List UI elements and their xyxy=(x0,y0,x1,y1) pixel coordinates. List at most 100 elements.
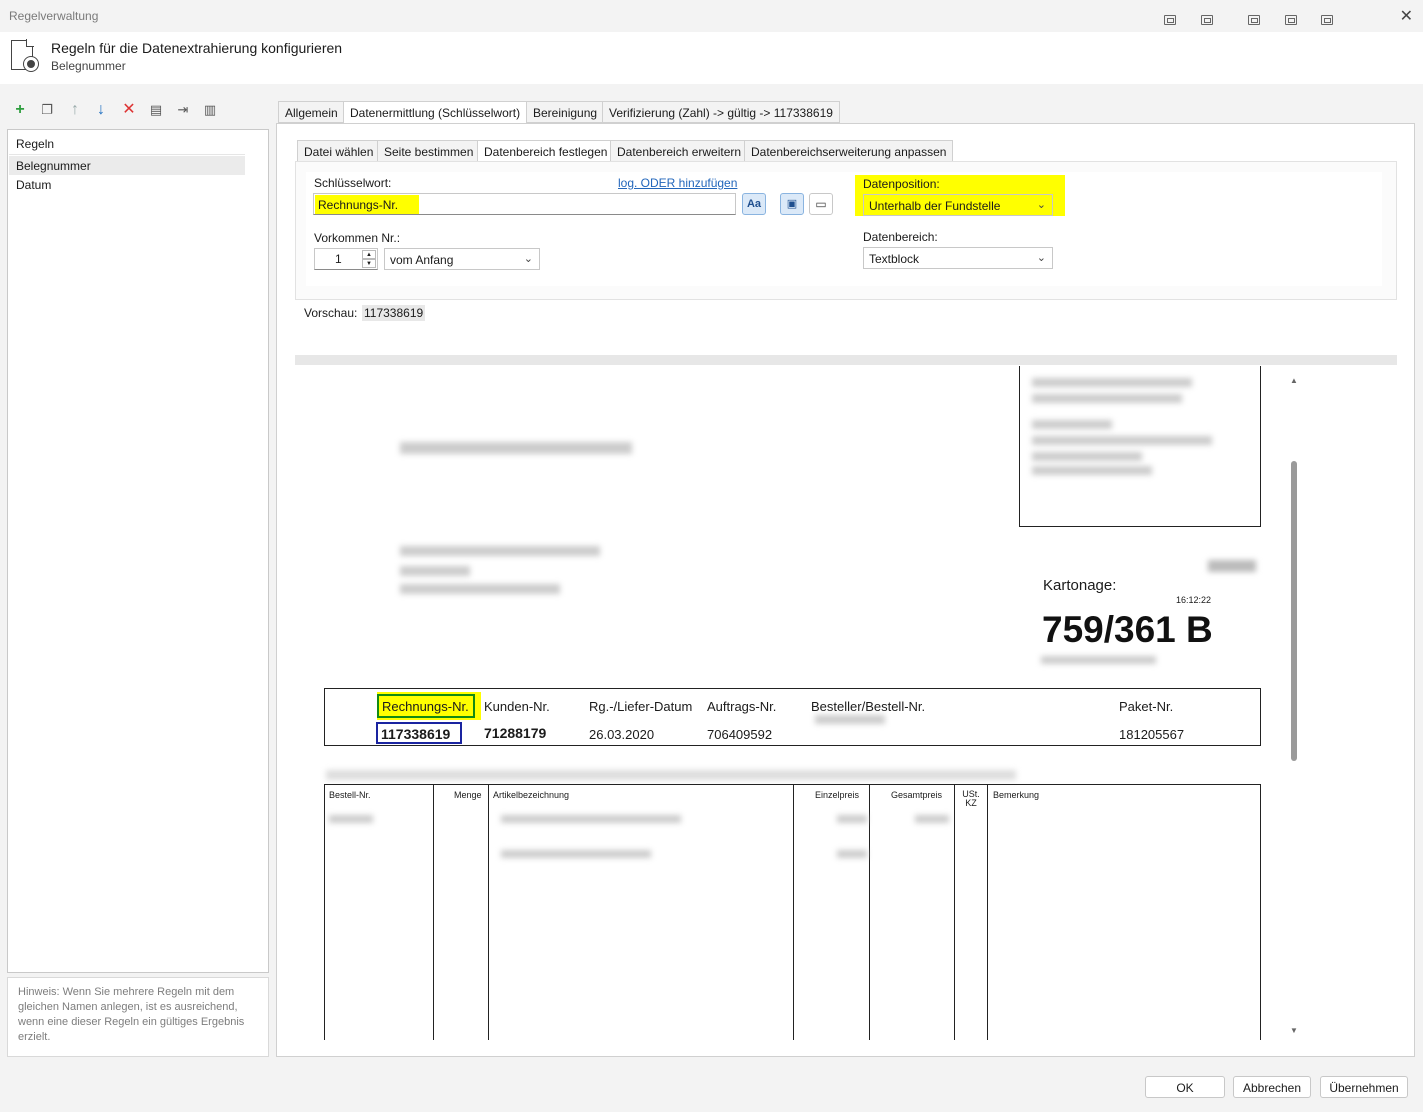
tab-allgemein[interactable]: Allgemein xyxy=(278,101,345,123)
blurred-line xyxy=(1041,656,1156,664)
clear-table-icon[interactable]: ▤ xyxy=(147,100,165,120)
document-search-button[interactable]: ▣ xyxy=(780,193,804,215)
comment-button[interactable]: ▭ xyxy=(809,193,833,215)
time-label: 16:12:22 xyxy=(1176,595,1212,605)
apply-button[interactable]: Übernehmen xyxy=(1320,1076,1408,1098)
layout-icon-3[interactable] xyxy=(1248,15,1260,25)
blurred-code xyxy=(1208,560,1256,572)
window-title: Regelverwaltung xyxy=(9,9,99,23)
scroll-thumb[interactable] xyxy=(1291,461,1297,761)
cancel-button[interactable]: Abbrechen xyxy=(1233,1076,1311,1098)
area-select[interactable]: Textblock ⌄ xyxy=(863,247,1053,269)
value-datum: 26.03.2020 xyxy=(589,727,655,742)
position-value: Unterhalb der Fundstelle xyxy=(869,199,1001,213)
th-artikel: Artikelbezeichnung xyxy=(493,790,570,800)
rules-list-header: Regeln xyxy=(9,131,245,155)
stepper-up-icon[interactable]: ▲ xyxy=(362,250,376,259)
blurred-line xyxy=(1032,436,1212,445)
arrow-down-icon[interactable]: ↓ xyxy=(92,100,110,120)
delete-icon[interactable]: ✕ xyxy=(120,100,138,120)
preview-label: Vorschau: xyxy=(304,306,358,320)
case-sensitive-button[interactable]: Aa xyxy=(742,193,766,215)
position-label: Datenposition: xyxy=(863,177,940,191)
blurred-line xyxy=(1032,394,1182,403)
splitter[interactable] xyxy=(295,355,1397,365)
blurred-address-2 xyxy=(400,566,470,576)
blurred-sender xyxy=(400,442,632,454)
chevron-down-icon: ⌄ xyxy=(1036,252,1046,264)
keyword-label: Schlüsselwort: xyxy=(314,176,392,190)
header-auftrags-nr: Auftrags-Nr. xyxy=(707,699,777,714)
tab-seite-bestimmen[interactable]: Seite bestimmen xyxy=(377,140,481,162)
col-divider xyxy=(488,785,489,1040)
th-ust-kz: USt. KZ xyxy=(962,789,980,808)
position-select[interactable]: Unterhalb der Fundstelle ⌄ xyxy=(863,194,1053,216)
scroll-up-icon[interactable]: ▲ xyxy=(1290,376,1298,385)
layout-icon-1[interactable] xyxy=(1164,15,1176,25)
blurred-address-1 xyxy=(400,546,600,556)
columns-icon[interactable]: ▥ xyxy=(201,100,219,120)
keyword-input[interactable]: Rechnungs-Nr. xyxy=(313,193,736,215)
layout-icon-4[interactable] xyxy=(1285,15,1297,25)
close-icon[interactable]: ✕ xyxy=(1400,6,1413,26)
document-preview: Kartonage: 16:12:22 759/361 B Rechnungs-… xyxy=(296,366,1302,1040)
hint-text: Hinweis: Wenn Sie mehrere Regeln mit dem… xyxy=(7,977,269,1057)
keyword-match: Rechnungs-Nr. xyxy=(377,694,475,718)
comment-icon: ▭ xyxy=(815,197,827,211)
value-kunden-nr: 71288179 xyxy=(484,725,547,741)
list-item-belegnummer[interactable]: Belegnummer xyxy=(9,156,245,175)
occurrence-from-select[interactable]: vom Anfang ⌄ xyxy=(384,248,540,270)
document-search-icon: ▣ xyxy=(786,198,798,210)
tab-verifizierung[interactable]: Verifizierung (Zahl) -> gültig -> 117338… xyxy=(602,101,840,123)
tab-datenbereich-erweitern[interactable]: Datenbereich erweitern xyxy=(610,140,749,162)
occurrence-stepper[interactable]: 1 ▲ ▼ xyxy=(314,248,378,270)
occurrence-label: Vorkommen Nr.: xyxy=(314,231,401,245)
area-value: Textblock xyxy=(869,252,920,266)
ok-button[interactable]: OK xyxy=(1145,1076,1225,1098)
scroll-down-icon[interactable]: ▼ xyxy=(1290,1026,1298,1035)
address-box xyxy=(1019,366,1261,527)
blurred-line xyxy=(1032,420,1112,429)
blurred-cell xyxy=(329,815,373,823)
col-divider xyxy=(793,785,794,1040)
chevron-down-icon: ⌄ xyxy=(1036,199,1046,211)
sub-tabs: Datei wählen Seite bestimmen Datenbereic… xyxy=(297,140,957,163)
layout-icon-2[interactable] xyxy=(1201,15,1213,25)
tab-datenbereichserweiterung[interactable]: Datenbereichserweiterung anpassen xyxy=(744,140,954,162)
title-bar: Regelverwaltung ✕ xyxy=(0,0,1423,32)
blurred-line xyxy=(1032,466,1152,475)
value-auftrags-nr: 706409592 xyxy=(707,727,773,742)
layout-icon-5[interactable] xyxy=(1321,15,1333,25)
value-match: 117338619 xyxy=(376,722,462,744)
col-divider xyxy=(987,785,988,1040)
blurred-cell xyxy=(915,815,949,823)
add-icon[interactable]: + xyxy=(11,100,29,120)
list-item-datum[interactable]: Datum xyxy=(9,175,245,194)
arrow-up-icon[interactable]: ↑ xyxy=(66,100,84,120)
value-paket-nr: 181205567 xyxy=(1119,727,1185,742)
copy-icon[interactable]: ❐ xyxy=(38,100,56,120)
header-kunden-nr: Kunden-Nr. xyxy=(484,699,550,714)
blurred-line xyxy=(1032,378,1192,387)
col-divider xyxy=(869,785,870,1040)
area-label: Datenbereich: xyxy=(863,230,938,244)
tab-datenbereich-festlegen[interactable]: Datenbereich festlegen xyxy=(477,140,615,163)
blurred-cell xyxy=(837,850,867,858)
tab-datei-waehlen[interactable]: Datei wählen xyxy=(297,140,381,162)
gear-icon xyxy=(24,57,38,71)
preview-value: 117338619 xyxy=(362,305,426,321)
th-bemerkung: Bemerkung xyxy=(993,790,1040,800)
blurred-cell xyxy=(837,815,867,823)
tab-bereinigung[interactable]: Bereinigung xyxy=(526,101,605,123)
tab-datenermittlung[interactable]: Datenermittlung (Schlüsselwort) xyxy=(343,101,528,124)
or-add-link[interactable]: log. ODER hinzufügen xyxy=(618,176,737,190)
blurred-line xyxy=(1032,452,1142,461)
import-icon[interactable]: ⇥ xyxy=(174,100,192,120)
header-subtitle: Belegnummer xyxy=(51,59,126,73)
header-datum: Rg.-/Liefer-Datum xyxy=(589,699,693,714)
th-bestell-nr: Bestell-Nr. xyxy=(329,790,371,800)
chevron-down-icon: ⌄ xyxy=(523,253,533,265)
th-gesamtpreis: Gesamtpreis xyxy=(891,790,943,800)
kartonage-label: Kartonage: xyxy=(1043,577,1117,594)
stepper-down-icon[interactable]: ▼ xyxy=(362,259,376,268)
